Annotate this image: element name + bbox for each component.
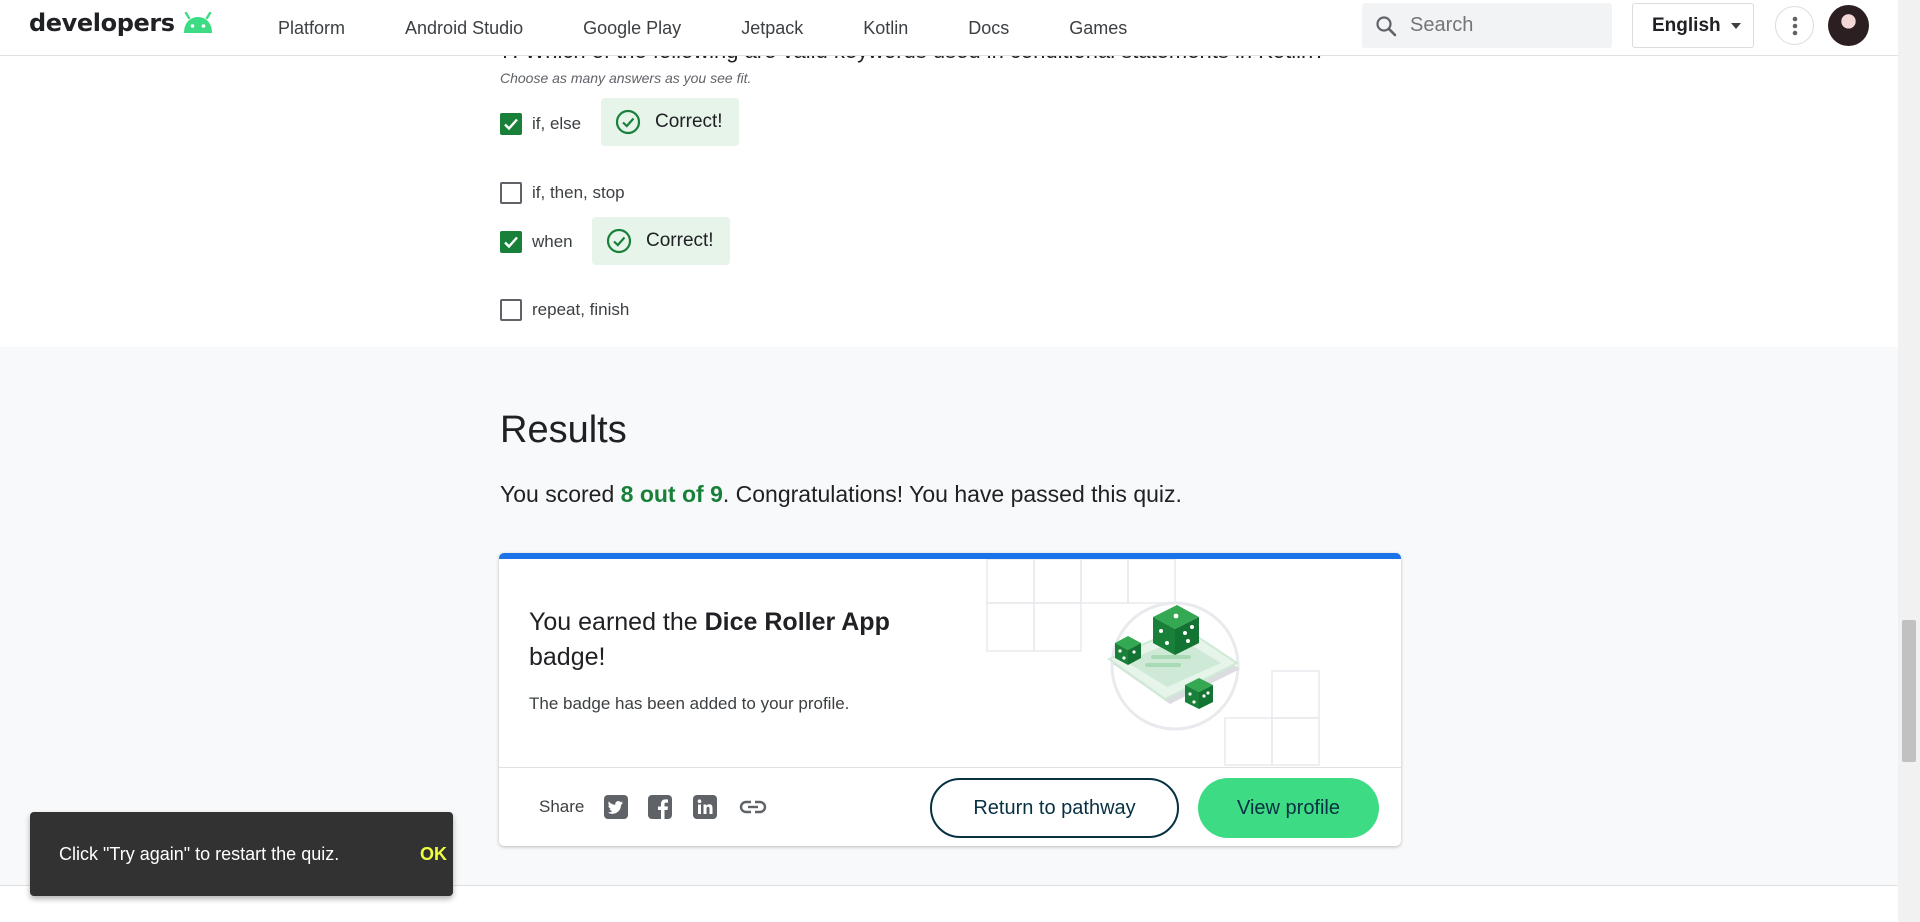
android-logo-icon bbox=[183, 12, 212, 33]
badge-subtitle: The badge has been added to your profile… bbox=[529, 694, 850, 713]
return-to-pathway-button[interactable]: Return to pathway bbox=[930, 778, 1179, 838]
score-value: 8 out of 9 bbox=[620, 481, 723, 507]
quiz-section: 7. Which of the following are valid keyw… bbox=[0, 38, 1898, 347]
answer-option[interactable]: if, then, stop bbox=[500, 182, 625, 204]
nav-kotlin[interactable]: Kotlin bbox=[863, 18, 908, 39]
nav-jetpack[interactable]: Jetpack bbox=[741, 18, 803, 39]
badge-card: You earned the Dice Roller App badge! Th… bbox=[499, 553, 1401, 846]
option-label: repeat, finish bbox=[532, 300, 630, 319]
page-scrollbar[interactable] bbox=[1898, 0, 1920, 922]
more-vert-icon bbox=[1792, 16, 1797, 35]
nav-google-play[interactable]: Google Play bbox=[583, 18, 681, 39]
nav-docs[interactable]: Docs bbox=[968, 18, 1009, 39]
scrollbar-thumb[interactable] bbox=[1902, 620, 1916, 762]
avatar[interactable] bbox=[1828, 5, 1869, 46]
site-logo[interactable]: developers bbox=[29, 9, 215, 37]
checkbox-checked[interactable] bbox=[500, 231, 522, 253]
check-circle-icon bbox=[606, 228, 632, 254]
option-label: if, else bbox=[532, 114, 582, 133]
snackbar: Click "Try again" to restart the quiz. O… bbox=[30, 812, 453, 896]
language-label: English bbox=[1652, 14, 1721, 36]
badge-card-footer: Share Return to pathway View profile bbox=[499, 767, 1401, 846]
more-options-button[interactable] bbox=[1775, 6, 1814, 45]
main-nav: Platform Android Studio Google Play Jetp… bbox=[278, 0, 1187, 56]
nav-platform[interactable]: Platform bbox=[278, 18, 345, 39]
option-label: if, then, stop bbox=[532, 183, 625, 202]
badge-title-prefix: You earned the bbox=[529, 608, 705, 636]
answer-option[interactable]: when bbox=[500, 231, 573, 253]
logo-text: developers bbox=[29, 9, 175, 37]
answer-option[interactable]: repeat, finish bbox=[500, 299, 629, 321]
badge-name: Dice Roller App bbox=[704, 608, 890, 636]
snackbar-ok-button[interactable]: OK bbox=[420, 844, 447, 865]
facebook-icon[interactable] bbox=[647, 794, 673, 820]
checkbox-unchecked[interactable] bbox=[500, 299, 522, 321]
checkbox-unchecked[interactable] bbox=[500, 182, 522, 204]
badge-title-suffix: badge! bbox=[529, 643, 606, 671]
question-hint: Choose as many answers as you see fit. bbox=[500, 70, 752, 86]
option-label: when bbox=[532, 232, 573, 251]
nav-android-studio[interactable]: Android Studio bbox=[405, 18, 523, 39]
checkbox-checked[interactable] bbox=[500, 113, 522, 135]
badge-title: You earned the Dice Roller App badge! bbox=[529, 605, 929, 675]
share-label: Share bbox=[539, 797, 585, 816]
score-text: You scored 8 out of 9. Congratulations! … bbox=[500, 481, 1182, 508]
top-navigation-bar: developers Platform Android Studio Googl… bbox=[0, 0, 1898, 56]
search-box[interactable] bbox=[1362, 3, 1612, 48]
dice-badge-illustration bbox=[986, 559, 1320, 766]
search-input[interactable] bbox=[1410, 14, 1590, 37]
search-icon bbox=[1376, 15, 1397, 36]
answer-option[interactable]: if, else bbox=[500, 113, 581, 135]
view-profile-button[interactable]: View profile bbox=[1198, 778, 1379, 838]
nav-games[interactable]: Games bbox=[1069, 18, 1127, 39]
caret-down-icon bbox=[1730, 22, 1741, 29]
feedback-label: Correct! bbox=[655, 111, 723, 132]
twitter-icon[interactable] bbox=[603, 794, 629, 820]
check-circle-icon bbox=[615, 109, 641, 135]
check-icon bbox=[504, 118, 518, 131]
language-select[interactable]: English bbox=[1632, 3, 1754, 48]
snackbar-message: Click "Try again" to restart the quiz. bbox=[59, 844, 340, 864]
feedback-label: Correct! bbox=[646, 230, 714, 251]
correct-feedback: Correct! bbox=[601, 98, 739, 146]
link-icon[interactable] bbox=[739, 798, 767, 816]
correct-feedback: Correct! bbox=[592, 217, 730, 265]
results-section: Results You scored 8 out of 9. Congratul… bbox=[0, 347, 1898, 885]
check-icon bbox=[504, 236, 518, 249]
score-suffix: . Congratulations! You have passed this … bbox=[722, 481, 1182, 507]
score-prefix: You scored bbox=[500, 481, 621, 507]
linkedin-icon[interactable] bbox=[692, 794, 718, 820]
results-heading: Results bbox=[500, 409, 627, 451]
